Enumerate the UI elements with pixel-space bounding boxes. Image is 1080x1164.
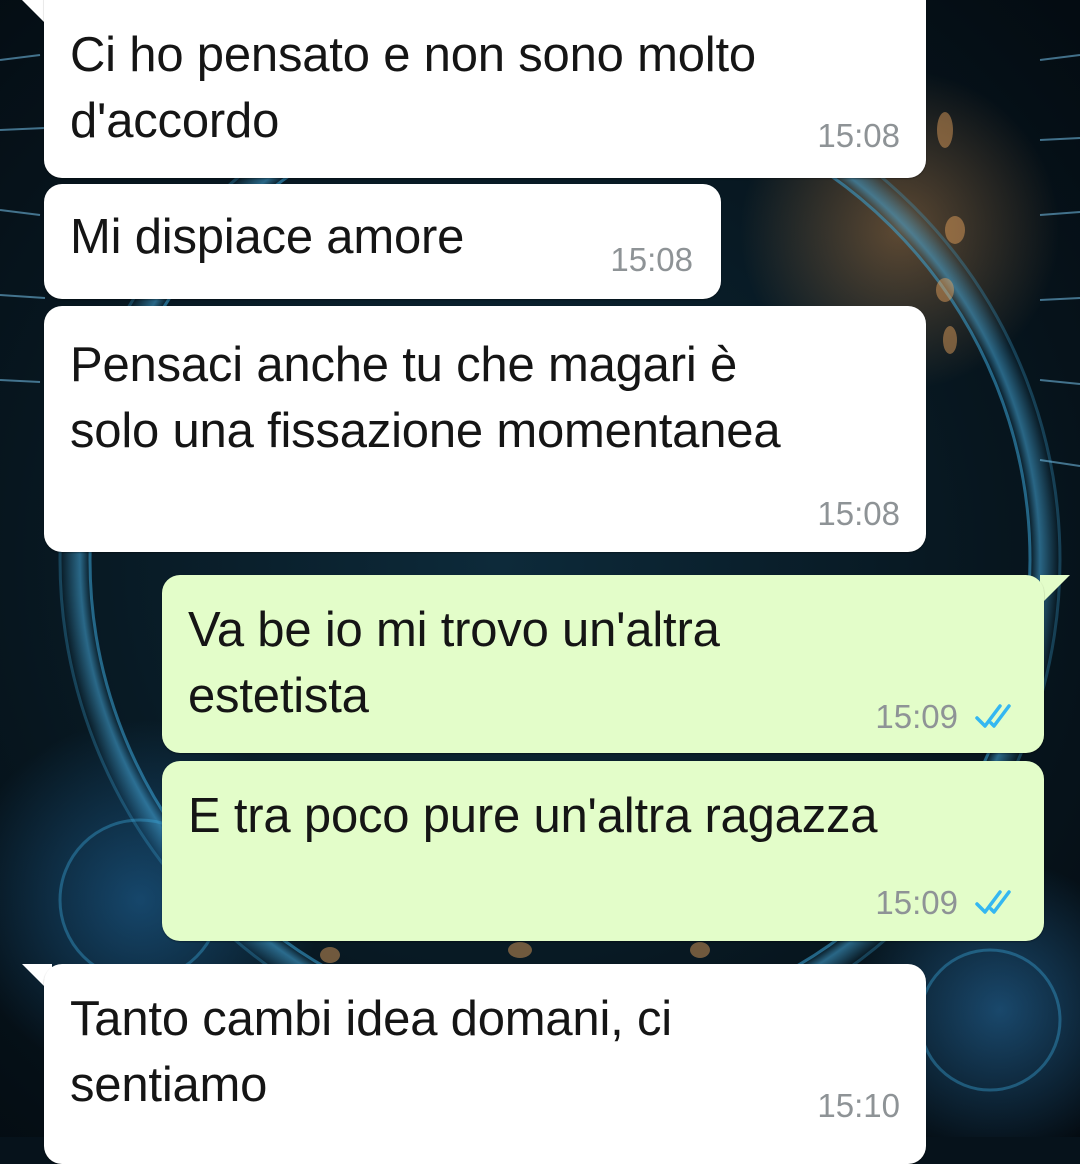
message-time: 15:08	[610, 241, 693, 278]
message-bubble-incoming[interactable]: Ci ho pensato e non sono molto d'accordo…	[44, 0, 926, 178]
message-time: 15:08	[817, 495, 900, 532]
message-text: Tanto cambi idea domani, ci sentiamo	[70, 992, 672, 1112]
message-time: 15:08	[817, 117, 900, 154]
message-bubble-incoming[interactable]: Tanto cambi idea domani, ci sentiamo 15:…	[44, 964, 926, 1164]
message-bubble-outgoing[interactable]: Va be io mi trovo un'altra estetista 15:…	[162, 575, 1044, 753]
message-time: 15:09	[875, 698, 958, 735]
outgoing-bubble-tail	[1040, 575, 1070, 605]
message-bubble-incoming[interactable]: Pensaci anche tu che magari è solo una f…	[44, 306, 926, 552]
message-bubble-outgoing[interactable]: E tra poco pure un'altra ragazza 15:09	[162, 761, 1044, 941]
message-time: 15:09	[875, 884, 958, 921]
message-text: Pensaci anche tu che magari è solo una f…	[70, 338, 781, 458]
double-check-icon	[975, 704, 1011, 728]
message-text: E tra poco pure un'altra ragazza	[188, 789, 878, 843]
double-check-icon	[975, 890, 1011, 914]
message-text: Ci ho pensato e non sono molto d'accordo	[70, 28, 756, 148]
message-bubble-incoming[interactable]: Mi dispiace amore 15:08	[44, 184, 721, 299]
message-time: 15:10	[817, 1087, 900, 1124]
message-text: Mi dispiace amore	[70, 210, 465, 264]
